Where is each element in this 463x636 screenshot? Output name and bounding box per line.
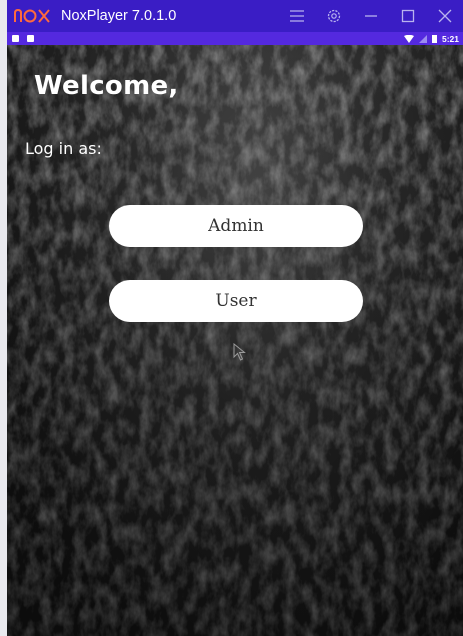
settings-button[interactable]	[315, 0, 352, 32]
welcome-heading: Welcome,	[34, 71, 179, 101]
app-screen: Welcome, Log in as: Admin User	[7, 45, 463, 636]
leather-background	[7, 45, 463, 636]
close-icon	[438, 9, 451, 23]
mouse-cursor-icon	[233, 343, 246, 361]
admin-button[interactable]: Admin	[109, 205, 363, 247]
signal-icon	[418, 34, 427, 43]
window-controls	[278, 0, 463, 32]
user-button[interactable]: User	[109, 280, 363, 322]
emulator-window: NoxPlayer 7.0.1.0 5:21 Welcome, Log in a…	[7, 0, 463, 636]
title-bar[interactable]: NoxPlayer 7.0.1.0	[7, 0, 463, 32]
minimize-button[interactable]	[352, 0, 389, 32]
notification-icon	[12, 35, 19, 42]
wifi-icon	[403, 34, 414, 43]
clock: 5:21	[441, 33, 459, 44]
menu-icon	[289, 10, 304, 22]
app-title: NoxPlayer 7.0.1.0	[61, 8, 177, 24]
maximize-button[interactable]	[389, 0, 426, 32]
battery-icon	[431, 34, 437, 43]
login-prompt: Log in as:	[25, 139, 102, 158]
android-status-bar: 5:21	[7, 32, 463, 45]
notification-icons	[12, 35, 34, 42]
nox-logo	[14, 8, 50, 23]
minimize-icon	[364, 15, 377, 17]
status-icons: 5:21	[403, 32, 459, 45]
menu-button[interactable]	[278, 0, 315, 32]
notification-icon	[27, 35, 34, 42]
maximize-icon	[401, 9, 414, 23]
settings-icon	[327, 9, 340, 23]
close-button[interactable]	[426, 0, 463, 32]
